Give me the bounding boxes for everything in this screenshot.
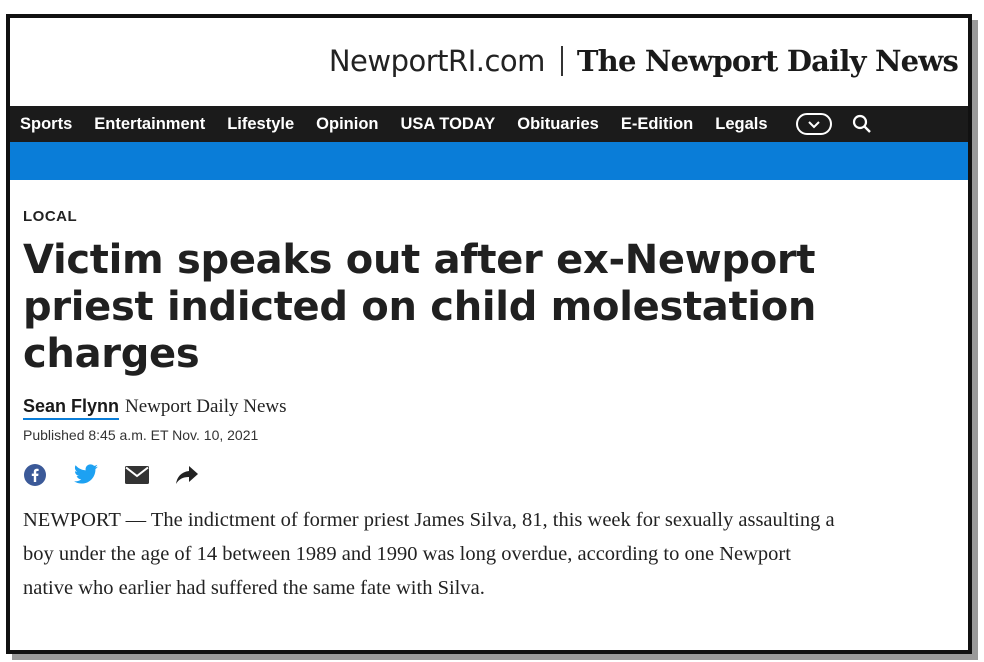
article-headline: Victim speaks out after ex-Newport pries… (23, 237, 817, 377)
facebook-icon (24, 464, 46, 486)
more-menu-button[interactable] (795, 113, 832, 135)
nav-item-usa-today[interactable]: USA TODAY (400, 115, 495, 134)
search-button[interactable] (852, 114, 872, 134)
share-icon (176, 466, 198, 484)
masthead: NewportRI.com The Newport Daily News (10, 18, 968, 104)
publisher-name: Newport Daily News (125, 396, 287, 417)
article-lead-paragraph: NEWPORT — The indictment of former pries… (23, 509, 835, 599)
byline: Sean Flynn Newport Daily News (23, 396, 953, 420)
screenshot-frame: NewportRI.com The Newport Daily News Spo… (6, 14, 972, 654)
twitter-share-button[interactable] (73, 464, 99, 486)
nav-item-e-edition[interactable]: E-Edition (621, 115, 693, 134)
twitter-icon (74, 464, 98, 484)
share-bar (23, 463, 953, 487)
nav-item-opinion[interactable]: Opinion (316, 115, 378, 134)
email-icon (125, 466, 149, 484)
nav-item-entertainment[interactable]: Entertainment (94, 115, 205, 134)
search-icon (852, 114, 871, 133)
author-link[interactable]: Sean Flynn (23, 396, 120, 420)
nav-item-legals[interactable]: Legals (715, 115, 767, 134)
site-name-link[interactable]: NewportRI.com (329, 44, 546, 78)
accent-banner (10, 142, 968, 180)
nav-item-lifestyle[interactable]: Lifestyle (227, 115, 294, 134)
main-navigation: Sports Entertainment Lifestyle Opinion U… (10, 106, 968, 142)
article: LOCAL Victim speaks out after ex-Newport… (23, 208, 953, 605)
facebook-share-button[interactable] (23, 463, 47, 487)
more-share-button[interactable] (175, 465, 199, 485)
newspaper-logo[interactable]: The Newport Daily News (577, 44, 959, 78)
email-share-button[interactable] (125, 466, 149, 484)
nav-item-obituaries[interactable]: Obituaries (517, 115, 599, 134)
chevron-down-icon (807, 120, 820, 128)
nav-item-sports[interactable]: Sports (20, 115, 72, 134)
published-date: Published 8:45 a.m. ET Nov. 10, 2021 (23, 427, 259, 443)
section-label[interactable]: LOCAL (23, 208, 953, 225)
masthead-divider (560, 46, 563, 76)
